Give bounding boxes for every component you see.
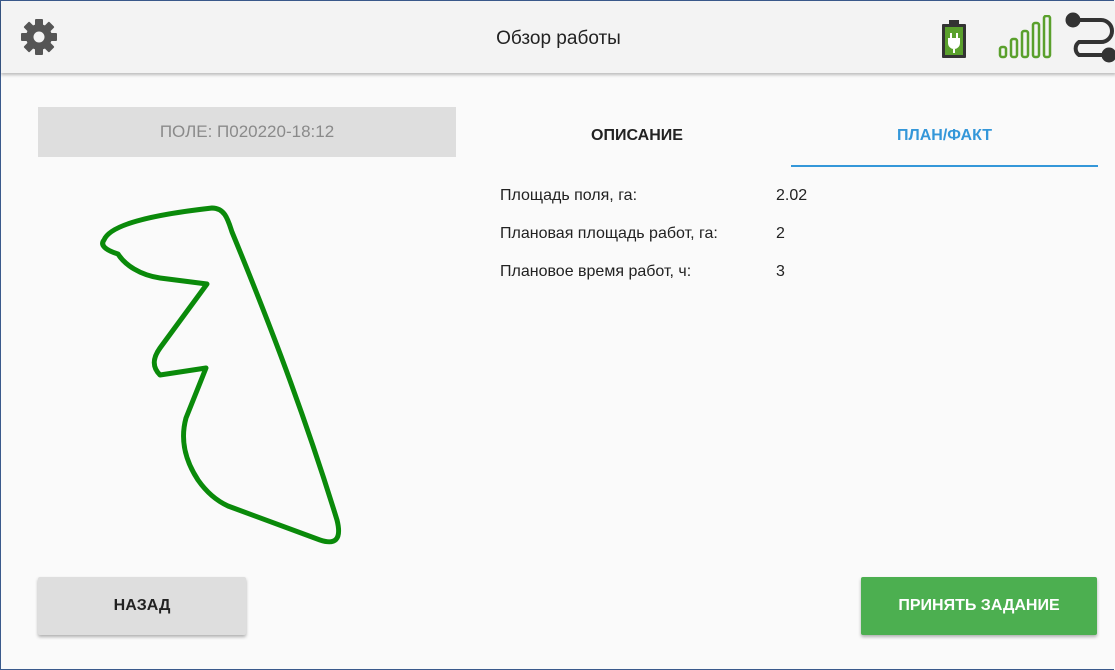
info-label: Плановое время работ, ч: (500, 263, 692, 280)
info-label: Плановая площадь работ, га: (500, 225, 718, 242)
battery-charging-icon (942, 20, 966, 58)
signal-strength-icon (998, 15, 1052, 59)
info-label: Площадь поля, га: (500, 187, 638, 204)
field-name-chip: ПОЛЕ: П020220-18:12 (38, 107, 456, 157)
back-button[interactable]: НАЗАД (38, 577, 246, 635)
info-value: 2 (776, 225, 785, 242)
field-boundary-outline (100, 205, 342, 545)
top-bar: Обзор работы (1, 1, 1115, 73)
tab-plan-fact[interactable]: ПЛАН/ФАКТ (791, 107, 1098, 167)
accept-task-button[interactable]: ПРИНЯТЬ ЗАДАНИЕ (861, 577, 1097, 635)
info-value: 2.02 (776, 187, 808, 204)
tab-description[interactable]: ОПИСАНИЕ (483, 107, 791, 165)
info-value: 3 (776, 263, 785, 280)
field-outline-map (100, 205, 342, 545)
route-icon[interactable] (1063, 11, 1115, 65)
